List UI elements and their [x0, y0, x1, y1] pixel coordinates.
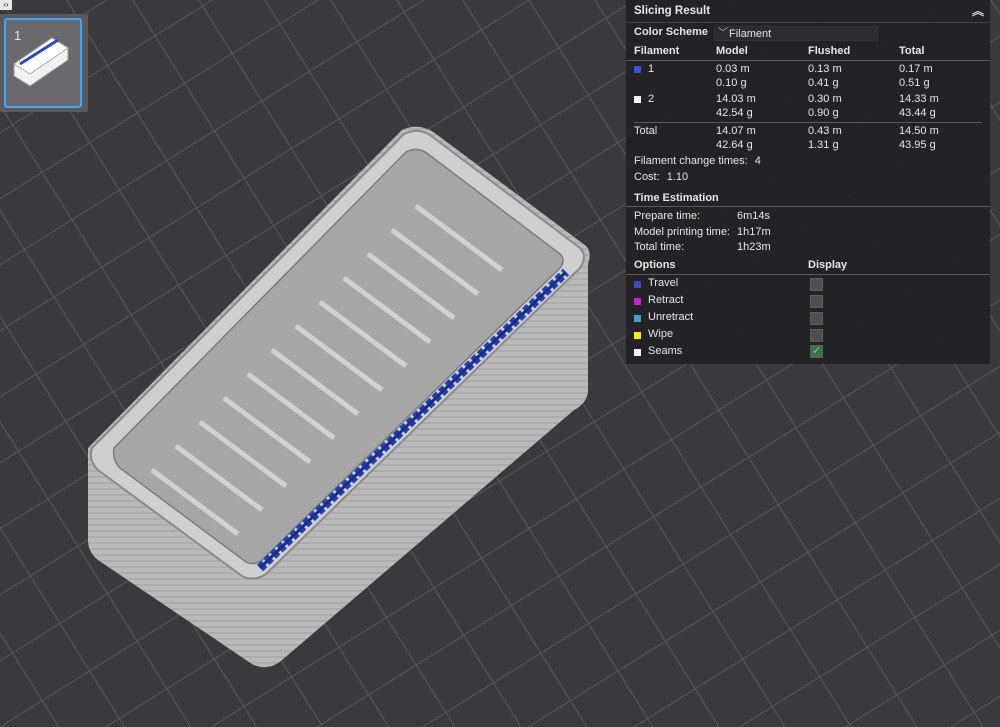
header-flushed: Flushed: [808, 45, 851, 57]
color-scheme-value: Filament: [729, 28, 772, 40]
model-weight: 42.64 g: [716, 139, 753, 151]
cost-label: Cost:: [634, 171, 660, 183]
filament-id: 1: [648, 63, 655, 75]
option-label: Retract: [648, 294, 684, 306]
color-scheme-select[interactable]: ﹀ Filament: [714, 26, 878, 41]
seams-color-swatch: [634, 349, 641, 356]
total-length: 14.50 m: [899, 125, 939, 137]
collapse-toggle-icon[interactable]: ‹›: [0, 0, 12, 10]
plate-number: 1: [14, 28, 22, 43]
header-filament: Filament: [634, 45, 680, 57]
divider: [626, 60, 990, 61]
total-length: 0.17 m: [899, 63, 933, 75]
model-printing-time-label: Model printing time:: [634, 226, 730, 238]
option-label: Seams: [648, 345, 683, 357]
change-times-value: 4: [754, 155, 761, 167]
prepare-time-label: Prepare time:: [634, 210, 701, 222]
header-model: Model: [716, 45, 748, 57]
change-times-label: Filament change times:: [634, 155, 748, 167]
flushed-weight: 1.31 g: [808, 139, 839, 151]
options-header: Options: [634, 259, 676, 271]
header-total: Total: [899, 45, 925, 57]
model-weight: 0.10 g: [716, 77, 747, 89]
chevron-down-icon: ﹀: [718, 28, 728, 39]
total-weight: 43.95 g: [899, 139, 936, 151]
total-weight: 43.44 g: [899, 107, 936, 119]
cost: Cost: 1.10: [634, 171, 688, 183]
display-header: Display: [808, 259, 848, 271]
wipe-color-swatch: [634, 332, 641, 339]
travel-color-swatch: [634, 281, 641, 288]
time-estimation-title: Time Estimation: [634, 192, 719, 204]
model-length: 14.03 m: [716, 93, 756, 105]
total-weight: 0.51 g: [899, 77, 930, 89]
model-printing-time-value: 1h17m: [737, 226, 771, 238]
retract-display-checkbox[interactable]: [810, 295, 823, 308]
option-label: Travel: [648, 277, 679, 289]
flushed-length: 0.13 m: [808, 63, 842, 75]
collapse-up-icon[interactable]: ︽: [972, 0, 984, 22]
model-length: 14.07 m: [716, 125, 756, 137]
slicing-result-panel: Slicing Result ︽ Color Scheme ﹀ Filament…: [626, 0, 990, 364]
model-length: 0.03 m: [716, 63, 750, 75]
option-label: Wipe: [648, 328, 674, 340]
option-label: Unretract: [648, 311, 694, 323]
retract-color-swatch: [634, 298, 641, 305]
prepare-time-value: 6m14s: [737, 210, 771, 222]
cost-value: 1.10: [666, 171, 689, 183]
divider: [634, 122, 982, 123]
color-scheme-label: Color Scheme: [634, 26, 708, 38]
model-weight: 42.54 g: [716, 107, 753, 119]
plate-thumbnail[interactable]: 1: [0, 14, 88, 112]
total-time-value: 1h23m: [737, 241, 771, 253]
flushed-length: 0.30 m: [808, 93, 842, 105]
total-time-label: Total time:: [634, 241, 685, 253]
flushed-weight: 0.41 g: [808, 77, 839, 89]
wipe-display-checkbox[interactable]: [810, 329, 823, 342]
divider: [626, 274, 990, 275]
filament-change-times: Filament change times: 4: [634, 155, 761, 167]
filament-color-swatch: [634, 96, 641, 103]
filament-color-swatch: [634, 66, 641, 73]
seams-display-checkbox[interactable]: [810, 344, 823, 358]
filament-id: 2: [648, 93, 655, 105]
total-label: Total: [634, 125, 658, 137]
flushed-weight: 0.90 g: [808, 107, 839, 119]
panel-title: Slicing Result: [634, 5, 711, 17]
divider: [626, 206, 990, 207]
panel-header: Slicing Result ︽: [626, 0, 990, 23]
unretract-color-swatch: [634, 315, 641, 322]
unretract-display-checkbox[interactable]: [810, 312, 823, 325]
flushed-length: 0.43 m: [808, 125, 842, 137]
travel-display-checkbox[interactable]: [810, 278, 823, 291]
total-length: 14.33 m: [899, 93, 939, 105]
